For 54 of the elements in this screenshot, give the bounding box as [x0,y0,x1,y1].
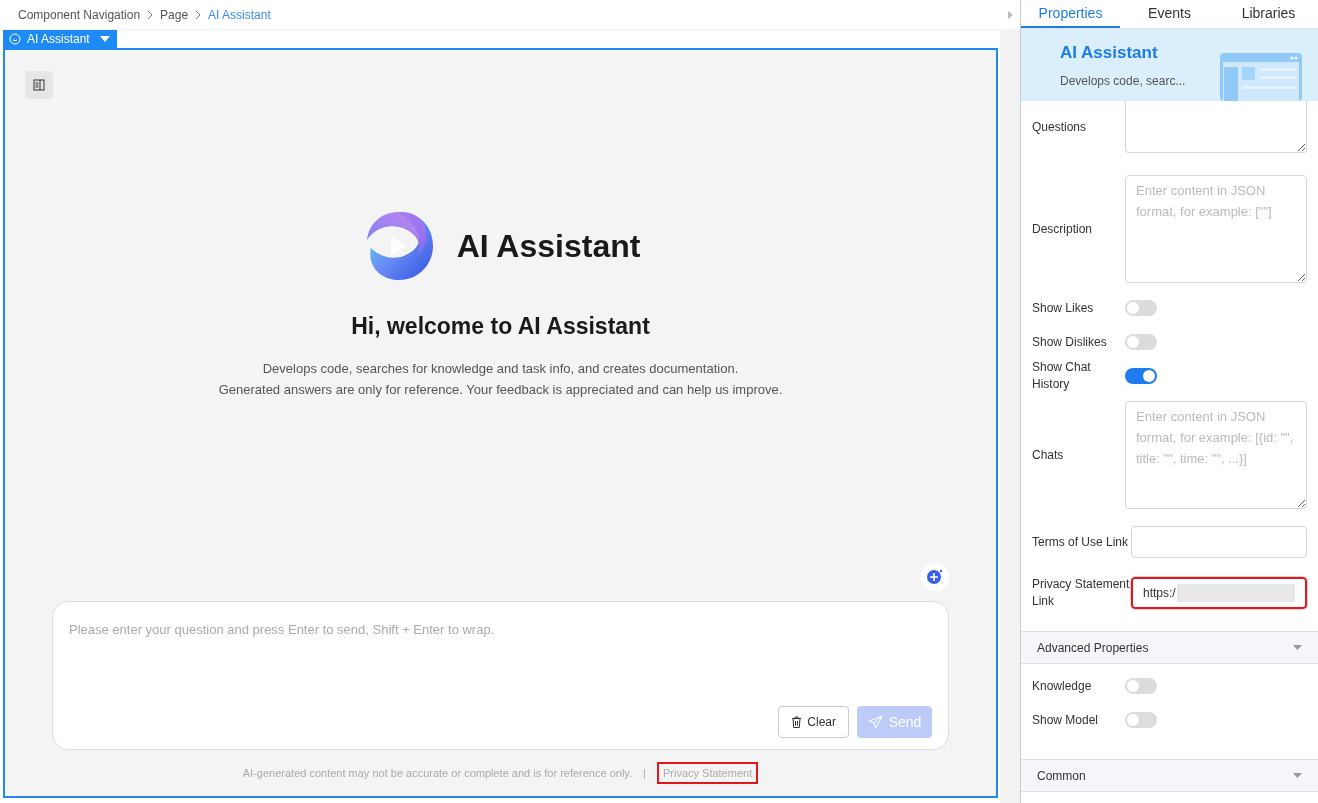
clear-button[interactable]: Clear [778,706,849,738]
field-label: Show Model [1032,711,1100,729]
field-label: Questions [1032,118,1088,136]
toggle-switch[interactable] [1125,368,1157,384]
trash-icon [791,716,803,728]
separator-text: | [643,765,646,781]
chat-bubble-icon [9,33,21,45]
json-textarea[interactable] [1125,101,1307,153]
expand-arrow-icon[interactable] [1007,10,1013,19]
field-label: Knowledge [1032,677,1093,695]
chevron-icon [146,9,155,20]
input-value: https:/ [1143,585,1176,602]
description-text: Generated answers are only for reference. Your feedback is appreciated and can help us improve. [218,380,783,399]
section-header[interactable]: Advanced Properties [1021,631,1318,664]
toggle-switch[interactable] [1125,678,1157,694]
json-textarea[interactable]: Enter content in JSON format, for example: [""] [1125,175,1307,283]
toggle-switch[interactable] [1125,300,1157,316]
welcome-heading: Hi, welcome to AI Assistant [351,312,650,341]
field-label: Show Likes [1032,299,1095,317]
json-textarea[interactable]: Enter content in JSON format, for example: [{id: "", title: "", time: "", ...}] [1125,401,1307,509]
panel-tab[interactable]: Events [1120,0,1219,28]
section-title: Common [1037,767,1086,785]
field-label: Show Chat History [1032,359,1092,393]
field-label: Chats [1032,446,1065,464]
assistant-title: AI Assistant [456,227,641,266]
field-label: Terms of Use Link [1032,533,1130,551]
description-text: Develops code, searches for knowledge and task info, and creates documentation. [262,359,739,378]
question-input[interactable]: Please enter your question and press Enter to send, Shift + Enter to wrap. [69,620,932,640]
toggle-switch[interactable] [1125,334,1157,350]
banner-title: AI Assistant [1060,42,1159,65]
field-label: Show Dislikes [1032,333,1108,351]
plus-bubble-icon [926,568,944,586]
field-label: Description [1032,220,1094,238]
breadcrumb-item[interactable]: AI Assistant [208,5,271,24]
link-input[interactable]: https:/ [1131,577,1307,609]
toggle-switch[interactable] [1125,712,1157,728]
banner-subtitle: Develops code, searc... [1060,72,1186,90]
sidebar-toggle-button[interactable] [25,71,53,99]
caret-icon [99,36,110,42]
disclaimer-text: AI-generated content may not be accurate or complete and is for reference only. [242,765,633,781]
sidebar-icon [33,79,45,91]
link-input[interactable] [1131,526,1307,558]
section-header[interactable]: Common [1021,759,1318,792]
breadcrumb-item[interactable]: Component Navigation [18,5,141,24]
tag-label: AI Assistant [27,31,90,48]
new-chat-button[interactable] [921,563,949,591]
section-title: Advanced Properties [1037,639,1149,657]
caret-icon [1293,773,1302,778]
chevron-icon [194,9,203,20]
field-label: Privacy Statement Link [1032,576,1131,610]
caret-icon [1293,645,1302,650]
paper-plane-icon [867,715,883,729]
panel-tab[interactable]: Libraries [1219,0,1318,28]
breadcrumb-item[interactable]: Page [160,5,189,24]
